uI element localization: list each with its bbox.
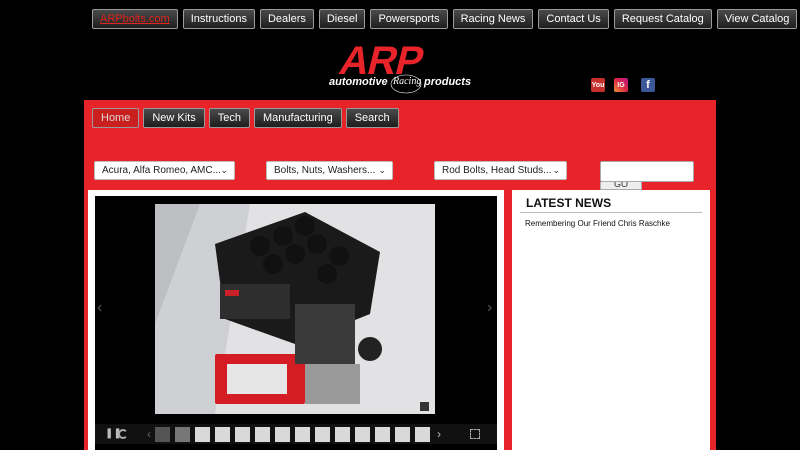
make-select[interactable]: Acura, Alfa Romeo, AMC... ⌄ xyxy=(94,161,235,180)
application-select[interactable]: Rod Bolts, Head Studs... ⌄ xyxy=(434,161,567,180)
fullscreen-icon[interactable] xyxy=(470,429,480,439)
thumbnail[interactable] xyxy=(375,427,390,442)
latest-news-title: LATEST NEWS xyxy=(526,196,612,210)
slider-thumbnail-bar: ❚❚ ‹ › xyxy=(95,424,497,444)
thumbnail[interactable] xyxy=(155,427,170,442)
subnav-home[interactable]: Home xyxy=(92,108,140,128)
subnav-manufacturing[interactable]: Manufacturing xyxy=(254,108,342,128)
top-nav: ARPbolts.com Instructions Dealers Diesel… xyxy=(92,9,798,29)
nav-racing-news[interactable]: Racing News xyxy=(452,9,534,29)
thumbnail[interactable] xyxy=(195,427,210,442)
pause-icon[interactable]: ❚❚ xyxy=(105,428,122,440)
thumbnail[interactable] xyxy=(315,427,330,442)
nav-request-catalog[interactable]: Request Catalog xyxy=(613,9,712,29)
part-type-select-value: Bolts, Nuts, Washers... xyxy=(274,165,376,176)
nav-arpbolts[interactable]: ARPbolts.com xyxy=(92,9,178,29)
thumbnail[interactable] xyxy=(415,427,430,442)
news-divider xyxy=(520,212,702,213)
nav-diesel[interactable]: Diesel xyxy=(318,9,366,29)
news-item[interactable]: Remembering Our Friend Chris Raschke xyxy=(525,219,670,228)
thumbnail[interactable] xyxy=(355,427,370,442)
loading-icon xyxy=(118,429,128,439)
nav-dealers[interactable]: Dealers xyxy=(259,9,314,29)
chevron-down-icon: ⌄ xyxy=(378,165,386,175)
part-type-select[interactable]: Bolts, Nuts, Washers... ⌄ xyxy=(266,161,393,180)
facebook-icon[interactable]: f xyxy=(641,78,655,92)
thumb-prev-icon[interactable]: ‹ xyxy=(147,427,151,441)
chevron-down-icon: ⌄ xyxy=(220,165,228,175)
thumbnail[interactable] xyxy=(335,427,350,442)
nav-powersports[interactable]: Powersports xyxy=(370,9,448,29)
arp-logo[interactable]: ARP automotive Racing products xyxy=(326,40,476,96)
thumbnail[interactable] xyxy=(215,427,230,442)
subnav-search[interactable]: Search xyxy=(345,108,399,128)
engine-image xyxy=(155,204,435,414)
nav-view-catalog[interactable]: View Catalog xyxy=(716,9,798,29)
thumbnail[interactable] xyxy=(255,427,270,442)
search-input[interactable] xyxy=(600,161,694,182)
prev-arrow-icon[interactable]: ‹ xyxy=(97,299,102,317)
logo-tagline-left: automotive xyxy=(329,76,388,88)
chevron-down-icon: ⌄ xyxy=(552,165,560,175)
thumbnail[interactable] xyxy=(295,427,310,442)
news-sidebar xyxy=(512,190,710,450)
logo-tagline-right: products xyxy=(423,76,471,88)
thumbnail[interactable] xyxy=(395,427,410,442)
nav-contact-us[interactable]: Contact Us xyxy=(538,9,609,29)
subnav-new-kits[interactable]: New Kits xyxy=(143,108,205,128)
subnav-tech[interactable]: Tech xyxy=(208,108,250,128)
thumbnail[interactable] xyxy=(175,427,190,442)
thumbnail[interactable] xyxy=(235,427,250,442)
go-button[interactable]: GO xyxy=(600,182,642,190)
instagram-icon[interactable]: IG xyxy=(614,78,628,92)
thumb-next-icon[interactable]: › xyxy=(437,427,441,441)
thumbnail[interactable] xyxy=(275,427,290,442)
make-select-value: Acura, Alfa Romeo, AMC... xyxy=(102,165,221,176)
application-select-value: Rod Bolts, Head Studs... xyxy=(442,165,552,176)
engine-photo xyxy=(155,204,435,414)
youtube-icon[interactable]: You xyxy=(591,78,605,92)
image-slider[interactable]: ‹ › ❚❚ ‹ › xyxy=(95,196,497,450)
next-arrow-icon[interactable]: › xyxy=(487,299,492,317)
sub-nav: Home New Kits Tech Manufacturing Search xyxy=(92,108,399,128)
nav-instructions[interactable]: Instructions xyxy=(182,9,255,29)
